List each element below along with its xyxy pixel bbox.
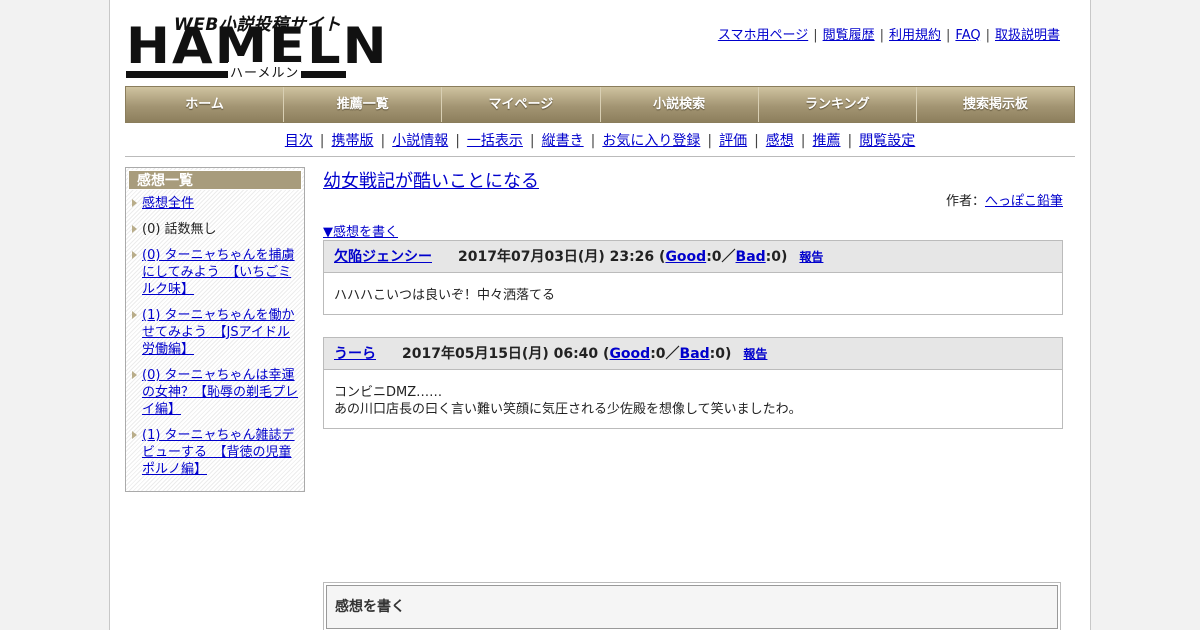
report-link[interactable]: 報告: [743, 347, 767, 361]
bad-link[interactable]: Bad: [736, 249, 766, 265]
good-link[interactable]: Good: [609, 346, 650, 362]
nav-search-board[interactable]: 捜索掲示板: [916, 87, 1075, 122]
logo-reading: ハーメルン: [228, 62, 302, 81]
review-body: コンビニDMZ…… あの川口店長の曰く言い難い笑顔に気圧される少佐殿を想像して笑…: [324, 370, 1062, 428]
sidebar-item-chapter: (1) ターニャちゃん雑誌デビューする 【背徳の児童ポルノ編】: [128, 427, 302, 478]
hameln-logo[interactable]: WEB小説投稿サイト HAMELN ハーメルン: [126, 10, 387, 81]
subnav-favorite[interactable]: お気に入り登録: [602, 133, 700, 149]
novel-title-link[interactable]: 幼女戦記が酷いことになる: [323, 167, 539, 193]
top-links: スマホ用ページ | 閲覧履歴 | 利用規約 | FAQ | 取扱説明書: [718, 24, 1060, 43]
link-view-history[interactable]: 閲覧履歴: [823, 28, 875, 43]
sidebar-list: 感想全件 (0) 話数無し (0) ターニャちゃんを捕虜にしてみよう 【いちごミ…: [128, 195, 302, 478]
arrow-icon: [132, 371, 137, 379]
review-card: うーら 2017年05月15日(月) 06:40 (Good:0／Bad:0) 報告…: [323, 337, 1063, 429]
nav-recommendations[interactable]: 推薦一覧: [284, 87, 443, 122]
page-container: WEB小説投稿サイト HAMELN ハーメルン スマホ用ページ | 閲覧履歴 | 利用規…: [109, 0, 1091, 630]
review-text: ハハハこいつは良いぞ！中々洒落てる: [334, 288, 556, 303]
subnav-recommend[interactable]: 推薦: [813, 133, 841, 149]
subnav-view-settings[interactable]: 閲覧設定: [859, 133, 915, 149]
sidebar-link[interactable]: (0) ターニャちゃんを捕虜にしてみよう 【いちごミルク味】: [142, 248, 295, 297]
author-link[interactable]: へっぽこ鉛筆: [985, 194, 1063, 209]
separator: |: [319, 133, 325, 149]
arrow-icon: [132, 225, 137, 233]
nav-ranking[interactable]: ランキング: [758, 87, 917, 122]
review-text: あの川口店長の曰く言い難い笑顔に気圧される少佐殿を想像して笑いましたわ。: [334, 402, 802, 417]
subnav-toc[interactable]: 目次: [285, 133, 313, 149]
separator: |: [813, 28, 818, 43]
arrow-icon: [132, 311, 137, 319]
review-header: 欠陥ジェンシー 2017年07月03日(月) 23:26 (Good:0／Bad:…: [324, 241, 1062, 273]
bad-count: :0): [765, 249, 788, 265]
reviewer-link[interactable]: うーら: [334, 346, 376, 362]
subnav-show-all[interactable]: 一括表示: [467, 133, 523, 149]
separator: |: [847, 133, 853, 149]
review-list-sidebar: 感想一覧 感想全件 (0) 話数無し (0) ターニャちゃんを捕虜にしてみよう …: [125, 167, 305, 492]
report-link[interactable]: 報告: [799, 250, 823, 264]
sidebar-item-chapter: (1) ターニャちゃんを働かせてみよう 【JSアイドル労働編】: [128, 307, 302, 358]
separator: |: [985, 28, 990, 43]
main-nav: ホーム 推薦一覧 マイページ 小説検索 ランキング 捜索掲示板: [125, 86, 1075, 123]
separator: |: [800, 133, 806, 149]
link-smartphone-page[interactable]: スマホ用ページ: [718, 28, 808, 43]
subnav-novel-info[interactable]: 小説情報: [392, 133, 448, 149]
author-line: 作者：へっぽこ鉛筆: [946, 190, 1063, 209]
subnav-vertical[interactable]: 縦書き: [542, 133, 584, 149]
review-body: ハハハこいつは良いぞ！中々洒落てる: [324, 273, 1062, 314]
sidebar-link[interactable]: (1) ターニャちゃんを働かせてみよう 【JSアイドル労働編】: [142, 308, 295, 357]
review-header: うーら 2017年05月15日(月) 06:40 (Good:0／Bad:0) 報告: [324, 338, 1062, 370]
separator: |: [455, 133, 460, 149]
separator: |: [590, 133, 596, 149]
write-review-title: 感想を書く: [326, 585, 1058, 629]
subnav-reviews[interactable]: 感想: [766, 133, 794, 149]
sidebar-item-chapter: (0) ターニャちゃんは幸運の女神？【恥辱の剃毛プレイ編】: [128, 367, 302, 418]
write-review-link[interactable]: ▼感想を書く: [323, 221, 398, 240]
review-date: 2017年05月15日(月) 06:40 (: [402, 346, 610, 362]
link-manual[interactable]: 取扱説明書: [995, 28, 1060, 43]
subnav-mobile[interactable]: 携帯版: [331, 133, 373, 149]
arrow-icon: [132, 199, 137, 207]
separator: |: [707, 133, 713, 149]
reviewer-link[interactable]: 欠陥ジェンシー: [334, 249, 432, 265]
nav-novel-search[interactable]: 小説検索: [600, 87, 759, 122]
arrow-icon: [132, 251, 137, 259]
separator: |: [380, 133, 386, 149]
sidebar-link[interactable]: (1) ターニャちゃん雑誌デビューする 【背徳の児童ポルノ編】: [142, 428, 295, 477]
separator: |: [529, 133, 535, 149]
separator: |: [754, 133, 759, 149]
good-count: :0／: [706, 249, 736, 265]
separator: |: [946, 28, 951, 43]
nav-home[interactable]: ホーム: [126, 87, 285, 122]
bad-link[interactable]: Bad: [680, 346, 710, 362]
author-label: 作者：: [945, 194, 985, 209]
sidebar-link[interactable]: 感想全件: [142, 196, 194, 211]
sidebar-item-all: 感想全件: [128, 195, 302, 212]
write-review-box: 感想を書く: [323, 582, 1061, 630]
good-count: :0／: [650, 346, 680, 362]
nav-my-page[interactable]: マイページ: [442, 87, 601, 122]
bad-count: :0): [709, 346, 732, 362]
sidebar-item-no-chapter: (0) 話数無し: [128, 221, 302, 238]
link-faq[interactable]: FAQ: [955, 28, 980, 43]
novel-sub-nav: 目次 | 携帯版 | 小説情報 | 一括表示 | 縦書き | お気に入り登録 | 評価 | 感想 | 推薦 | 閲覧…: [125, 130, 1075, 150]
subnav-rating[interactable]: 評価: [719, 133, 747, 149]
good-link[interactable]: Good: [665, 249, 706, 265]
sidebar-text: (0) 話数無し: [142, 222, 217, 237]
review-card: 欠陥ジェンシー 2017年07月03日(月) 23:26 (Good:0／Bad:…: [323, 240, 1063, 315]
review-date: 2017年07月03日(月) 23:26 (: [458, 249, 666, 265]
sidebar-title: 感想一覧: [128, 170, 302, 190]
review-text: コンビニDMZ……: [334, 385, 443, 400]
divider: [125, 156, 1075, 157]
sidebar-link[interactable]: (0) ターニャちゃんは幸運の女神？【恥辱の剃毛プレイ編】: [142, 368, 298, 417]
arrow-icon: [132, 431, 137, 439]
sidebar-item-chapter: (0) ターニャちゃんを捕虜にしてみよう 【いちごミルク味】: [128, 247, 302, 298]
link-terms[interactable]: 利用規約: [889, 28, 941, 43]
separator: |: [879, 28, 884, 43]
